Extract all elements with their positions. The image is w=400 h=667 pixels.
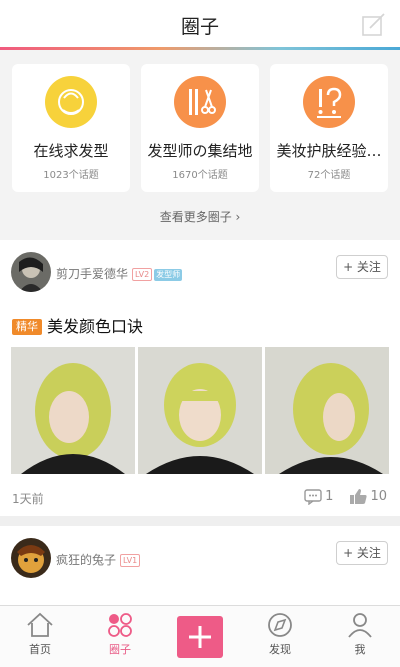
circles-section: 在线求发型 1023个话题 发型师の集结地 1670个话题 美妆护肤经验… 72… <box>0 50 400 240</box>
compass-icon <box>268 613 292 637</box>
user-line: 剪刀手爱德华 LV2 发型师 <box>56 265 183 282</box>
circle-name: 在线求发型 <box>33 142 109 160</box>
tab-discover[interactable]: 发现 <box>240 612 320 667</box>
circle-topic-count: 1670个话题 <box>172 170 228 181</box>
tab-label: 圈子 <box>109 643 131 656</box>
follow-button[interactable]: + 关注 <box>336 255 388 279</box>
level-badge: LV2 <box>132 268 153 281</box>
circle-card-barber[interactable]: 发型师の集结地 1670个话题 <box>141 64 259 192</box>
tab-home[interactable]: 首页 <box>0 612 80 667</box>
question-icon <box>303 76 355 128</box>
tab-label: 发现 <box>269 643 291 656</box>
avatar[interactable] <box>11 252 51 292</box>
circle-name: 美妆护肤经验… <box>276 142 382 160</box>
username[interactable]: 剪刀手爱德华 <box>56 267 128 281</box>
post-photo[interactable] <box>265 347 389 474</box>
circle-card-hair-search[interactable]: 在线求发型 1023个话题 <box>12 64 130 192</box>
circle-topic-count: 1023个话题 <box>43 170 99 181</box>
post-card[interactable]: 剪刀手爱德华 LV2 发型师 + 关注 精华 美发颜色口诀 1天前 1 10 <box>0 240 400 516</box>
post-create-button[interactable] <box>177 616 223 658</box>
tab-circles[interactable]: 圈子 <box>80 612 160 667</box>
follow-button[interactable]: + 关注 <box>336 541 388 565</box>
username[interactable]: 疯狂的兔子 <box>56 553 116 567</box>
level-badge: LV1 <box>120 554 141 567</box>
edit-icon[interactable] <box>360 12 386 38</box>
more-circles-link[interactable]: 查看更多圈子 › <box>0 208 400 225</box>
role-badge: 发型师 <box>154 269 183 281</box>
post-title-line[interactable]: 精华 美发颜色口诀 <box>12 313 143 337</box>
like-count: 10 <box>370 489 387 504</box>
circle-topic-count: 72个话题 <box>307 170 351 181</box>
post-stats: 1 10 <box>304 488 387 505</box>
comment-icon[interactable] <box>304 488 322 505</box>
barber-tools-icon <box>174 76 226 128</box>
header-bar: 圈子 <box>0 0 400 50</box>
circle-card-makeup[interactable]: 美妆护肤经验… 72个话题 <box>270 64 388 192</box>
thumbs-up-icon[interactable] <box>349 488 368 505</box>
tab-label: 我 <box>354 643 366 656</box>
hair-search-icon <box>45 76 97 128</box>
post-photo[interactable] <box>138 347 262 474</box>
user-icon <box>348 613 372 638</box>
featured-badge: 精华 <box>12 319 42 335</box>
home-icon <box>27 612 53 637</box>
post-title: 美发颜色口诀 <box>47 317 144 336</box>
plus-icon <box>189 626 211 648</box>
circles-icon <box>108 613 132 637</box>
page-title: 圈子 <box>180 16 219 38</box>
avatar[interactable] <box>11 538 51 578</box>
comment-count: 1 <box>325 489 334 504</box>
tab-label: 首页 <box>29 643 51 656</box>
bottom-tab-bar: 首页 圈子 发现 我 <box>0 605 400 667</box>
circle-name: 发型师の集结地 <box>147 142 253 160</box>
post-photo[interactable] <box>11 347 135 474</box>
post-photos <box>11 347 389 474</box>
post-time: 1天前 <box>12 492 44 506</box>
tab-me[interactable]: 我 <box>320 612 400 667</box>
post-card[interactable]: 疯狂的兔子 LV1 + 关注 <box>0 526 400 605</box>
user-line: 疯狂的兔子 LV1 <box>56 551 141 568</box>
